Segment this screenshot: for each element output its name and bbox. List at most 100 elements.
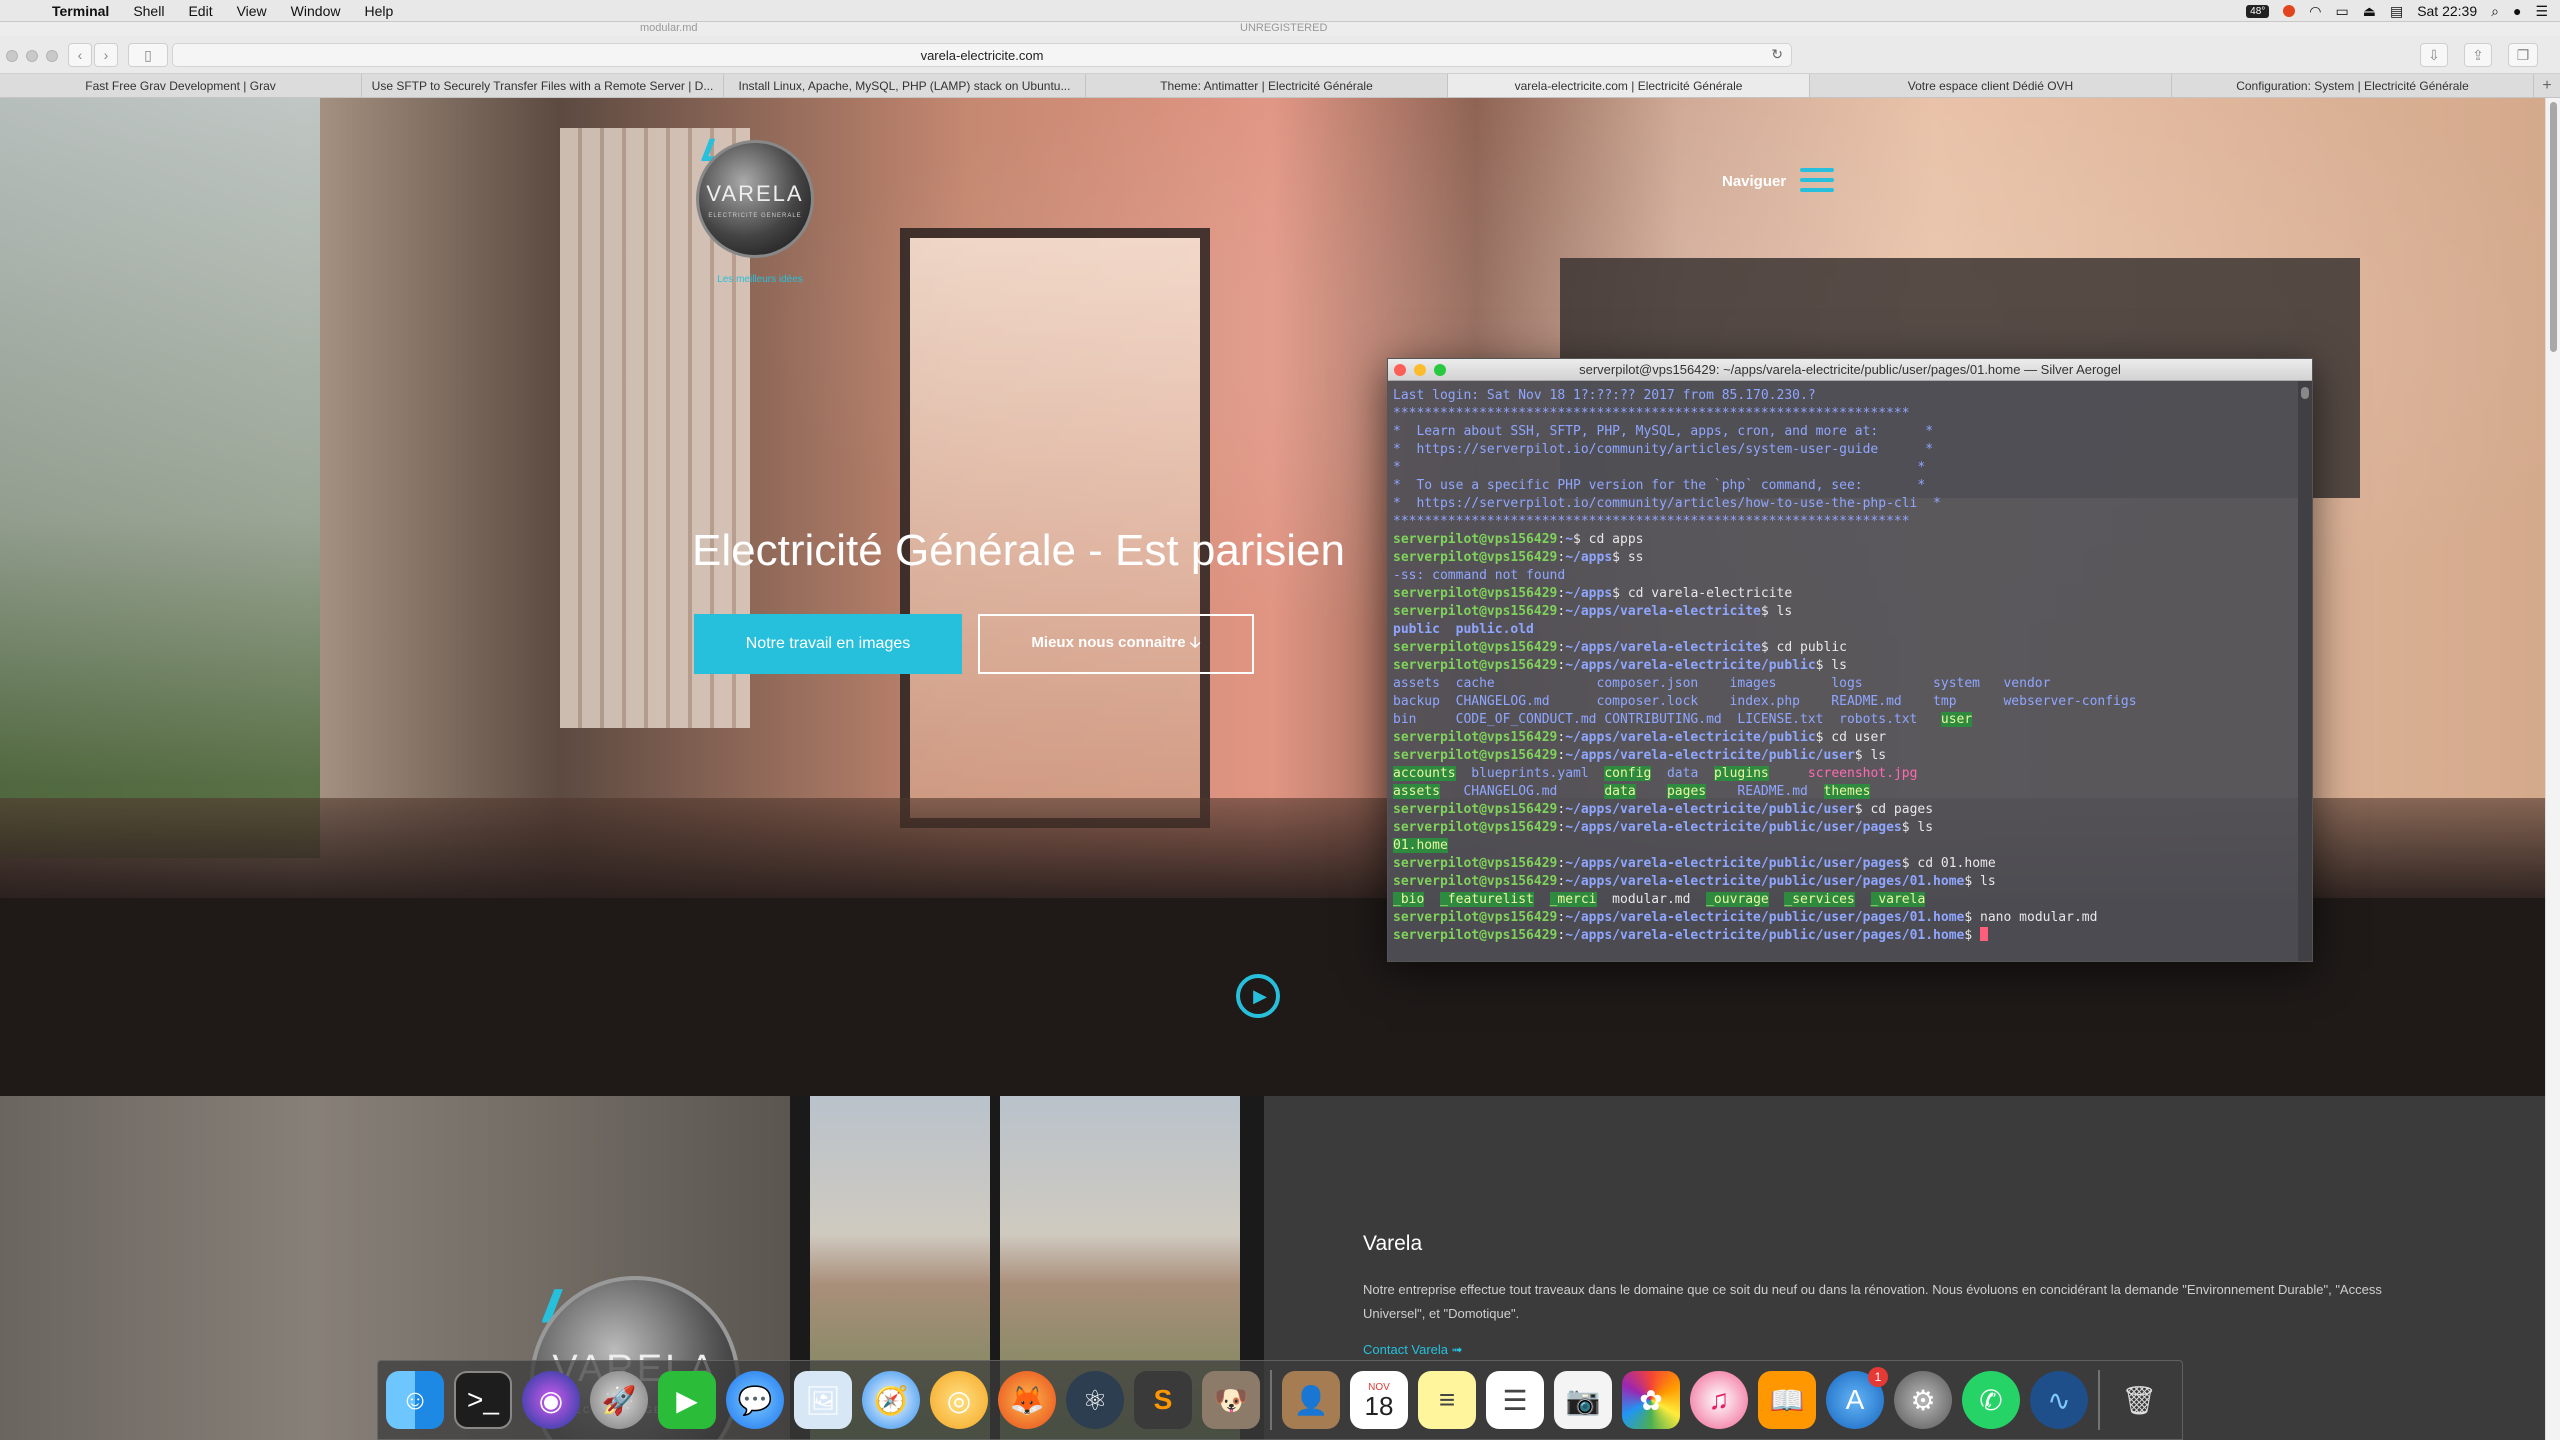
trash-icon[interactable]: 🗑	[2110, 1371, 2168, 1429]
ibooks-icon[interactable]: 📖	[1758, 1371, 1816, 1429]
facetime-icon[interactable]: ▶	[658, 1371, 716, 1429]
prompt-path: ~/apps/varela-electricite/public/user/pa…	[1565, 820, 1902, 835]
siri-icon[interactable]: ◉	[522, 1371, 580, 1429]
terminal-line: serverpilot@vps156429:~/apps/varela-elec…	[1393, 856, 1996, 871]
menu-shell[interactable]: Shell	[121, 3, 176, 19]
our-work-button[interactable]: Notre travail en images	[694, 614, 962, 674]
terminal-line: Last login: Sat Nov 18 1?:??:?? 2017 fro…	[1393, 388, 1816, 403]
photo-booth-icon[interactable]: 📷	[1554, 1371, 1612, 1429]
know-us-button[interactable]: Mieux nous connaitre 🡣	[978, 614, 1254, 674]
terminal-line: public public.old	[1393, 622, 1534, 637]
dolphin-icon[interactable]: ∿	[2030, 1371, 2088, 1429]
reminders-icon[interactable]: ☰	[1486, 1371, 1544, 1429]
notes-icon[interactable]: ≡	[1418, 1371, 1476, 1429]
tab-varela-active[interactable]: varela-electricite.com | Electricité Gén…	[1448, 74, 1810, 97]
menu-edit[interactable]: Edit	[176, 3, 224, 19]
window-close-button[interactable]	[6, 50, 18, 62]
tab-configuration[interactable]: Configuration: System | Electricité Géné…	[2172, 74, 2534, 97]
photos-icon[interactable]: ✿	[1622, 1371, 1680, 1429]
launchpad-icon[interactable]: 🚀	[590, 1371, 648, 1429]
window-zoom-button[interactable]	[46, 50, 58, 62]
command: $ nano modular.md	[1964, 910, 2098, 925]
downloads-icon[interactable]: ⇩	[2420, 43, 2448, 67]
record-status-icon[interactable]	[2283, 5, 2296, 17]
command: $ cd pages	[1854, 802, 1934, 817]
new-tab-button[interactable]: +	[2534, 74, 2560, 97]
nav-label[interactable]: Naviguer	[1722, 173, 1786, 190]
app-store-badge: 1	[1868, 1367, 1888, 1387]
terminal-titlebar[interactable]: serverpilot@vps156429: ~/apps/varela-ele…	[1388, 359, 2312, 381]
sidebar-toggle-icon[interactable]: ▯	[128, 43, 168, 67]
contacts-icon[interactable]: 👤	[1282, 1371, 1340, 1429]
menu-window[interactable]: Window	[279, 3, 353, 19]
tab-ovh[interactable]: Votre espace client Dédié OVH	[1810, 74, 2172, 97]
site-logo[interactable]: VARELA ELECTRICITE GENERALE	[696, 140, 814, 258]
sublime-icon[interactable]: S	[1134, 1371, 1192, 1429]
terminal-line: serverpilot@vps156429:~/apps/varela-elec…	[1393, 910, 2098, 925]
app-store-icon[interactable]: A1	[1826, 1367, 1888, 1429]
terminal-output[interactable]: Last login: Sat Nov 18 1?:??:?? 2017 fro…	[1388, 381, 2300, 961]
terminal-line: serverpilot@vps156429:~/apps/varela-elec…	[1393, 604, 1793, 619]
user-avatar-icon[interactable]: ●	[2513, 3, 2521, 19]
preview-icon[interactable]: 🖼	[794, 1371, 852, 1429]
chrome-canary-icon[interactable]: ◎	[930, 1371, 988, 1429]
share-icon[interactable]: ⇪	[2464, 43, 2492, 67]
command: $ ls	[1760, 604, 1793, 619]
about-paragraph: Notre entreprise effectue tout traveaux …	[1363, 1282, 2382, 1321]
tab-antimatter[interactable]: Theme: Antimatter | Electricité Générale	[1086, 74, 1448, 97]
temperature-indicator[interactable]: 48°	[2246, 4, 2270, 18]
menu-view[interactable]: View	[225, 3, 279, 19]
page-scrollbar-thumb[interactable]	[2550, 102, 2557, 352]
menu-help[interactable]: Help	[352, 3, 405, 19]
window-minimize-button[interactable]	[26, 50, 38, 62]
prompt-user: serverpilot@vps156429	[1393, 802, 1558, 817]
firefox-icon[interactable]: 🦊	[998, 1371, 1056, 1429]
prompt-path: ~/apps/varela-electricite/public/user/pa…	[1565, 874, 1965, 889]
menu-app-terminal[interactable]: Terminal	[40, 3, 121, 19]
airplay-icon[interactable]: ▭	[2335, 3, 2348, 20]
ls-entry-user: user	[1940, 712, 1973, 727]
background-doc-title: modular.md	[640, 22, 698, 34]
terminal-window[interactable]: serverpilot@vps156429: ~/apps/varela-ele…	[1387, 358, 2313, 962]
page-scrollbar[interactable]	[2545, 98, 2560, 1440]
tab-lamp[interactable]: Install Linux, Apache, MySQL, PHP (LAMP)…	[724, 74, 1086, 97]
itunes-icon[interactable]: ♫	[1690, 1371, 1748, 1429]
terminal-line: serverpilot@vps156429:~/apps$ cd varela-…	[1393, 586, 1793, 601]
prompt-user: serverpilot@vps156429	[1393, 658, 1558, 673]
terminal-scrollbar-thumb[interactable]	[2301, 387, 2309, 399]
finder-icon[interactable]: ☺	[386, 1371, 444, 1429]
system-preferences-icon[interactable]: ⚙	[1894, 1371, 1952, 1429]
menubar-clock[interactable]: Sat 22:39	[2417, 3, 2477, 19]
terminal-line: serverpilot@vps156429:~/apps/varela-elec…	[1393, 730, 1887, 745]
hamburger-menu-icon[interactable]	[1800, 168, 1834, 194]
back-button[interactable]: ‹	[68, 43, 92, 67]
terminal-minimize-button[interactable]	[1414, 364, 1426, 376]
terminal-line: serverpilot@vps156429:~/apps/varela-elec…	[1393, 820, 1934, 835]
tab-overview-icon[interactable]: ❐	[2508, 43, 2538, 67]
contact-varela-link[interactable]: Contact Varela ➟	[1363, 1342, 1463, 1358]
notification-center-icon[interactable]: ☰	[2535, 3, 2548, 20]
play-video-icon[interactable]: ▶	[1236, 974, 1280, 1018]
address-bar[interactable]: varela-electricite.com ↻	[172, 43, 1792, 67]
forward-button[interactable]: ›	[94, 43, 118, 67]
messages-icon[interactable]: 💬	[726, 1371, 784, 1429]
tab-sftp[interactable]: Use SFTP to Securely Transfer Files with…	[362, 74, 724, 97]
input-menu-icon[interactable]: ▤	[2390, 3, 2403, 20]
wifi-icon[interactable]: ◠	[2309, 3, 2321, 20]
terminal-icon[interactable]: >_	[454, 1371, 512, 1429]
terminal-line: _bio _featurelist _merci modular.md _ouv…	[1393, 891, 2295, 909]
calendar-icon[interactable]: NOV 18	[1350, 1371, 1408, 1429]
gimp-icon[interactable]: 🐶	[1202, 1371, 1260, 1429]
whatsapp-icon[interactable]: ✆	[1962, 1371, 2020, 1429]
terminal-close-button[interactable]	[1394, 364, 1406, 376]
atom-icon[interactable]: ⚛	[1066, 1371, 1124, 1429]
terminal-zoom-button[interactable]	[1434, 364, 1446, 376]
spotlight-icon[interactable]: ⌕	[2491, 3, 2499, 20]
reload-icon[interactable]: ↻	[1771, 46, 1783, 63]
tab-grav[interactable]: Fast Free Grav Development | Grav	[0, 74, 362, 97]
terminal-cursor	[1980, 927, 1989, 941]
terminal-scrollbar[interactable]	[2298, 381, 2312, 961]
eject-icon[interactable]: ⏏	[2363, 3, 2376, 20]
safari-icon[interactable]: 🧭	[862, 1371, 920, 1429]
terminal-line: accounts blueprints.yaml config data plu…	[1393, 765, 2295, 783]
